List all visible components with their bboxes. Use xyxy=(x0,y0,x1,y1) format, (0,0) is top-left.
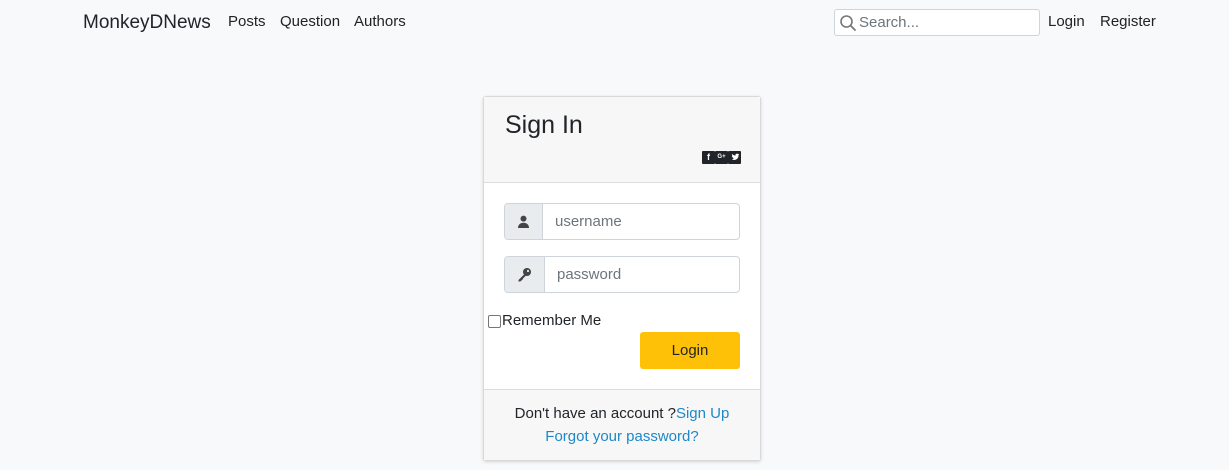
brand-logo[interactable]: MonkeyDNews xyxy=(83,12,211,34)
password-addon xyxy=(505,257,545,292)
password-input[interactable] xyxy=(545,257,739,292)
login-button[interactable]: Login xyxy=(640,332,740,369)
twitter-icon[interactable] xyxy=(728,151,741,164)
search-box[interactable] xyxy=(834,9,1040,36)
navbar: MonkeyDNews Posts Question Authors Login… xyxy=(0,0,1229,44)
card-title: Sign In xyxy=(505,111,583,139)
card-footer: Don't have an account ?Sign Up Forgot yo… xyxy=(484,389,760,460)
username-group xyxy=(504,203,740,240)
google-plus-icon[interactable]: G+ xyxy=(715,151,728,164)
card-header: Sign In f G+ xyxy=(484,97,760,183)
sign-up-link[interactable]: Sign Up xyxy=(676,405,729,422)
nav-login-link[interactable]: Login xyxy=(1048,13,1085,31)
nav-link-question[interactable]: Question xyxy=(280,13,340,31)
nav-register-link[interactable]: Register xyxy=(1100,13,1156,31)
search-icon xyxy=(840,15,856,31)
key-icon xyxy=(518,268,531,282)
signup-row: Don't have an account ?Sign Up xyxy=(484,405,760,423)
social-icons: f G+ xyxy=(702,151,741,164)
nav-link-authors[interactable]: Authors xyxy=(354,13,406,31)
forgot-password-link[interactable]: Forgot your password? xyxy=(545,428,698,445)
search-input[interactable] xyxy=(859,11,1035,34)
username-addon xyxy=(505,204,543,239)
password-group xyxy=(504,256,740,293)
remember-me[interactable]: Remember Me xyxy=(488,312,601,330)
sign-in-card: Sign In f G+ Remember xyxy=(483,96,761,461)
username-input[interactable] xyxy=(543,204,739,239)
nav-link-posts[interactable]: Posts xyxy=(228,13,266,31)
forgot-row: Forgot your password? xyxy=(484,428,760,446)
user-icon xyxy=(518,215,529,228)
remember-me-checkbox[interactable] xyxy=(488,314,501,328)
signup-prompt: Don't have an account ? xyxy=(514,405,676,422)
remember-me-label: Remember Me xyxy=(502,312,602,329)
facebook-icon[interactable]: f xyxy=(702,151,715,164)
